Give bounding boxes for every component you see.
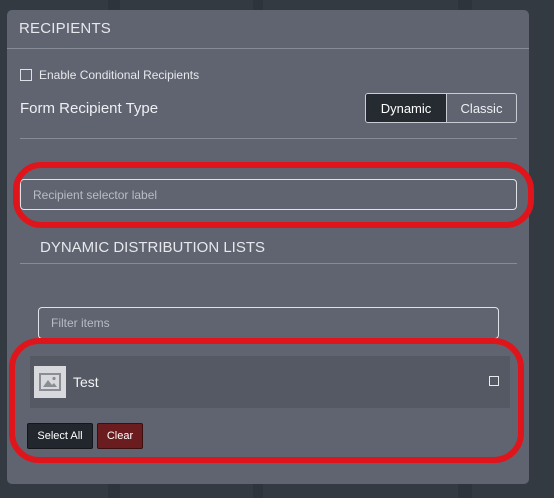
list-item-label: Test	[73, 374, 99, 390]
classic-option-button[interactable]: Classic	[446, 94, 516, 122]
title-divider	[7, 48, 529, 49]
clear-button[interactable]: Clear	[97, 423, 143, 449]
recipient-type-toggle: Dynamic Classic	[365, 93, 517, 123]
recipient-selector-placeholder: Recipient selector label	[33, 187, 158, 202]
filter-items-input[interactable]: Filter items	[38, 307, 499, 339]
select-all-button[interactable]: Select All	[27, 423, 93, 449]
panel-title: RECIPIENTS	[19, 20, 112, 37]
distribution-section-title: DYNAMIC DISTRIBUTION LISTS	[40, 239, 266, 256]
enable-conditional-label: Enable Conditional Recipients	[39, 68, 200, 82]
enable-conditional-row[interactable]: Enable Conditional Recipients	[20, 68, 199, 82]
image-icon	[34, 366, 66, 398]
filter-items-placeholder: Filter items	[51, 316, 110, 330]
type-divider	[20, 138, 517, 139]
form-recipient-type-label: Form Recipient Type	[20, 100, 159, 117]
list-item-checkbox[interactable]	[489, 376, 499, 386]
dynamic-option-button[interactable]: Dynamic	[366, 94, 446, 122]
enable-conditional-checkbox[interactable]	[20, 69, 32, 81]
list-item[interactable]: Test	[30, 356, 510, 408]
recipient-selector-input[interactable]: Recipient selector label	[20, 179, 517, 210]
section-divider	[20, 263, 517, 264]
